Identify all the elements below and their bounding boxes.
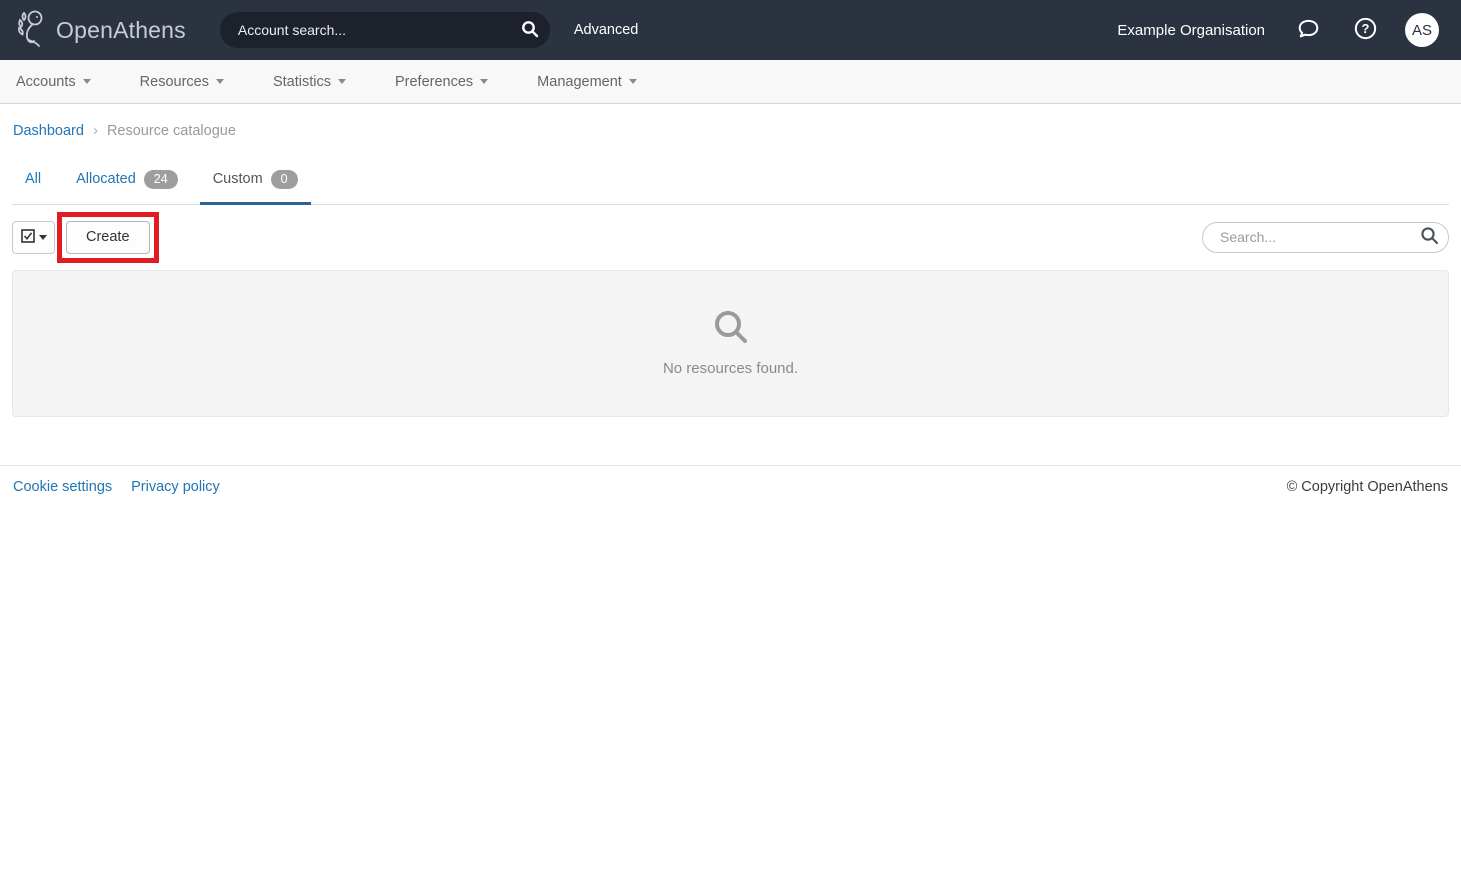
tab-all[interactable]: All <box>12 159 54 205</box>
chevron-down-icon <box>338 79 346 84</box>
organisation-name: Example Organisation <box>1117 22 1265 39</box>
checkbox-icon <box>21 229 35 246</box>
chevron-down-icon <box>83 79 91 84</box>
chat-button[interactable] <box>1295 15 1322 45</box>
openathens-logo[interactable]: OpenAthens <box>14 8 186 53</box>
account-search-input[interactable] <box>220 22 510 38</box>
resource-search <box>1202 222 1449 253</box>
select-all-dropdown-button[interactable] <box>12 221 55 254</box>
tab-count-badge: 0 <box>271 170 298 189</box>
footer: Cookie settings Privacy policy © Copyrig… <box>0 465 1461 508</box>
nav-item-label: Accounts <box>16 74 76 90</box>
tab-allocated[interactable]: Allocated 24 <box>63 159 191 205</box>
nav-item-resources[interactable]: Resources <box>140 74 224 90</box>
empty-state-panel: No resources found. <box>12 270 1449 417</box>
advanced-search-link[interactable]: Advanced <box>574 22 639 38</box>
account-search-button[interactable] <box>510 12 550 48</box>
chevron-down-icon <box>480 79 488 84</box>
tab-count-badge: 24 <box>144 170 178 189</box>
resource-search-input[interactable] <box>1203 229 1410 245</box>
top-bar: OpenAthens Advanced Example Organisation <box>0 0 1461 60</box>
help-icon: ? <box>1352 15 1379 45</box>
breadcrumb: Dashboard › Resource catalogue <box>0 104 1461 149</box>
tab-custom[interactable]: Custom 0 <box>200 159 311 205</box>
search-icon <box>521 20 539 41</box>
chevron-down-icon <box>216 79 224 84</box>
nav-item-label: Statistics <box>273 74 331 90</box>
nav-item-label: Management <box>537 74 622 90</box>
nav-item-label: Preferences <box>395 74 473 90</box>
tab-bar: All Allocated 24 Custom 0 <box>12 159 1449 205</box>
avatar-initials: AS <box>1412 22 1432 39</box>
nav-item-accounts[interactable]: Accounts <box>16 74 91 90</box>
chat-icon <box>1295 15 1322 45</box>
nav-item-label: Resources <box>140 74 209 90</box>
breadcrumb-current: Resource catalogue <box>107 123 236 139</box>
create-button[interactable]: Create <box>66 221 150 254</box>
search-icon <box>1420 226 1439 248</box>
privacy-policy-link[interactable]: Privacy policy <box>131 479 220 495</box>
svg-text:?: ? <box>1362 21 1370 36</box>
openathens-logo-icon <box>14 8 48 53</box>
tab-label: All <box>25 171 41 187</box>
chevron-down-icon <box>629 79 637 84</box>
search-icon <box>713 309 749 350</box>
empty-state-message: No resources found. <box>663 360 798 377</box>
toolbar: Create <box>12 221 1449 254</box>
tab-label: Allocated <box>76 171 136 187</box>
chevron-right-icon: › <box>93 122 98 139</box>
nav-item-statistics[interactable]: Statistics <box>273 74 346 90</box>
avatar[interactable]: AS <box>1405 13 1439 47</box>
resource-search-button[interactable] <box>1410 222 1448 253</box>
chevron-down-icon <box>39 235 47 240</box>
nav-item-preferences[interactable]: Preferences <box>395 74 488 90</box>
account-search <box>220 12 550 48</box>
help-button[interactable]: ? <box>1352 15 1379 45</box>
tab-label: Custom <box>213 171 263 187</box>
nav-item-management[interactable]: Management <box>537 74 637 90</box>
cookie-settings-link[interactable]: Cookie settings <box>13 479 112 495</box>
brand-name: OpenAthens <box>56 17 186 44</box>
copyright-text: © Copyright OpenAthens <box>1287 479 1448 495</box>
main-nav: Accounts Resources Statistics Preference… <box>0 60 1461 104</box>
create-button-wrap: Create <box>66 221 150 254</box>
breadcrumb-dashboard-link[interactable]: Dashboard <box>13 123 84 139</box>
